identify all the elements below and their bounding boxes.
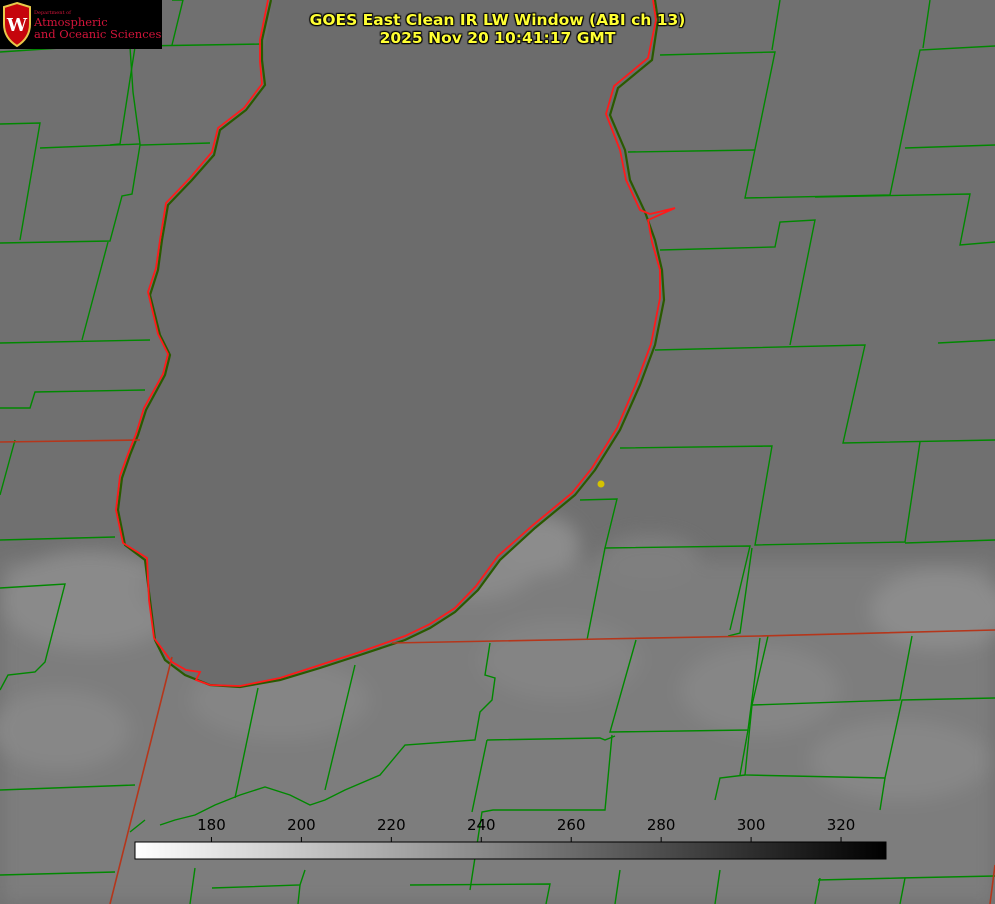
colorbar-gradient [134,841,887,860]
colorbar-tick-label: 320 [827,816,856,834]
colorbar-tick-label: 200 [287,816,316,834]
image-title: GOES East Clean IR LW Window (ABI ch 13) [309,11,686,29]
colorbar-tick-label: 260 [557,816,586,834]
image-timestamp: 2025 Nov 20 10:41:17 GMT [379,29,616,47]
colorbar-tick-label: 300 [737,816,766,834]
colorbar-tick-label: 280 [647,816,676,834]
colorbar-tick-label: 180 [197,816,226,834]
satellite-map: 180 200 220 240 260 280 300 320 [0,0,995,904]
station-dot-icon [597,480,605,488]
colorbar-tick-label: 240 [467,816,496,834]
colorbar-tick-label: 220 [377,816,406,834]
